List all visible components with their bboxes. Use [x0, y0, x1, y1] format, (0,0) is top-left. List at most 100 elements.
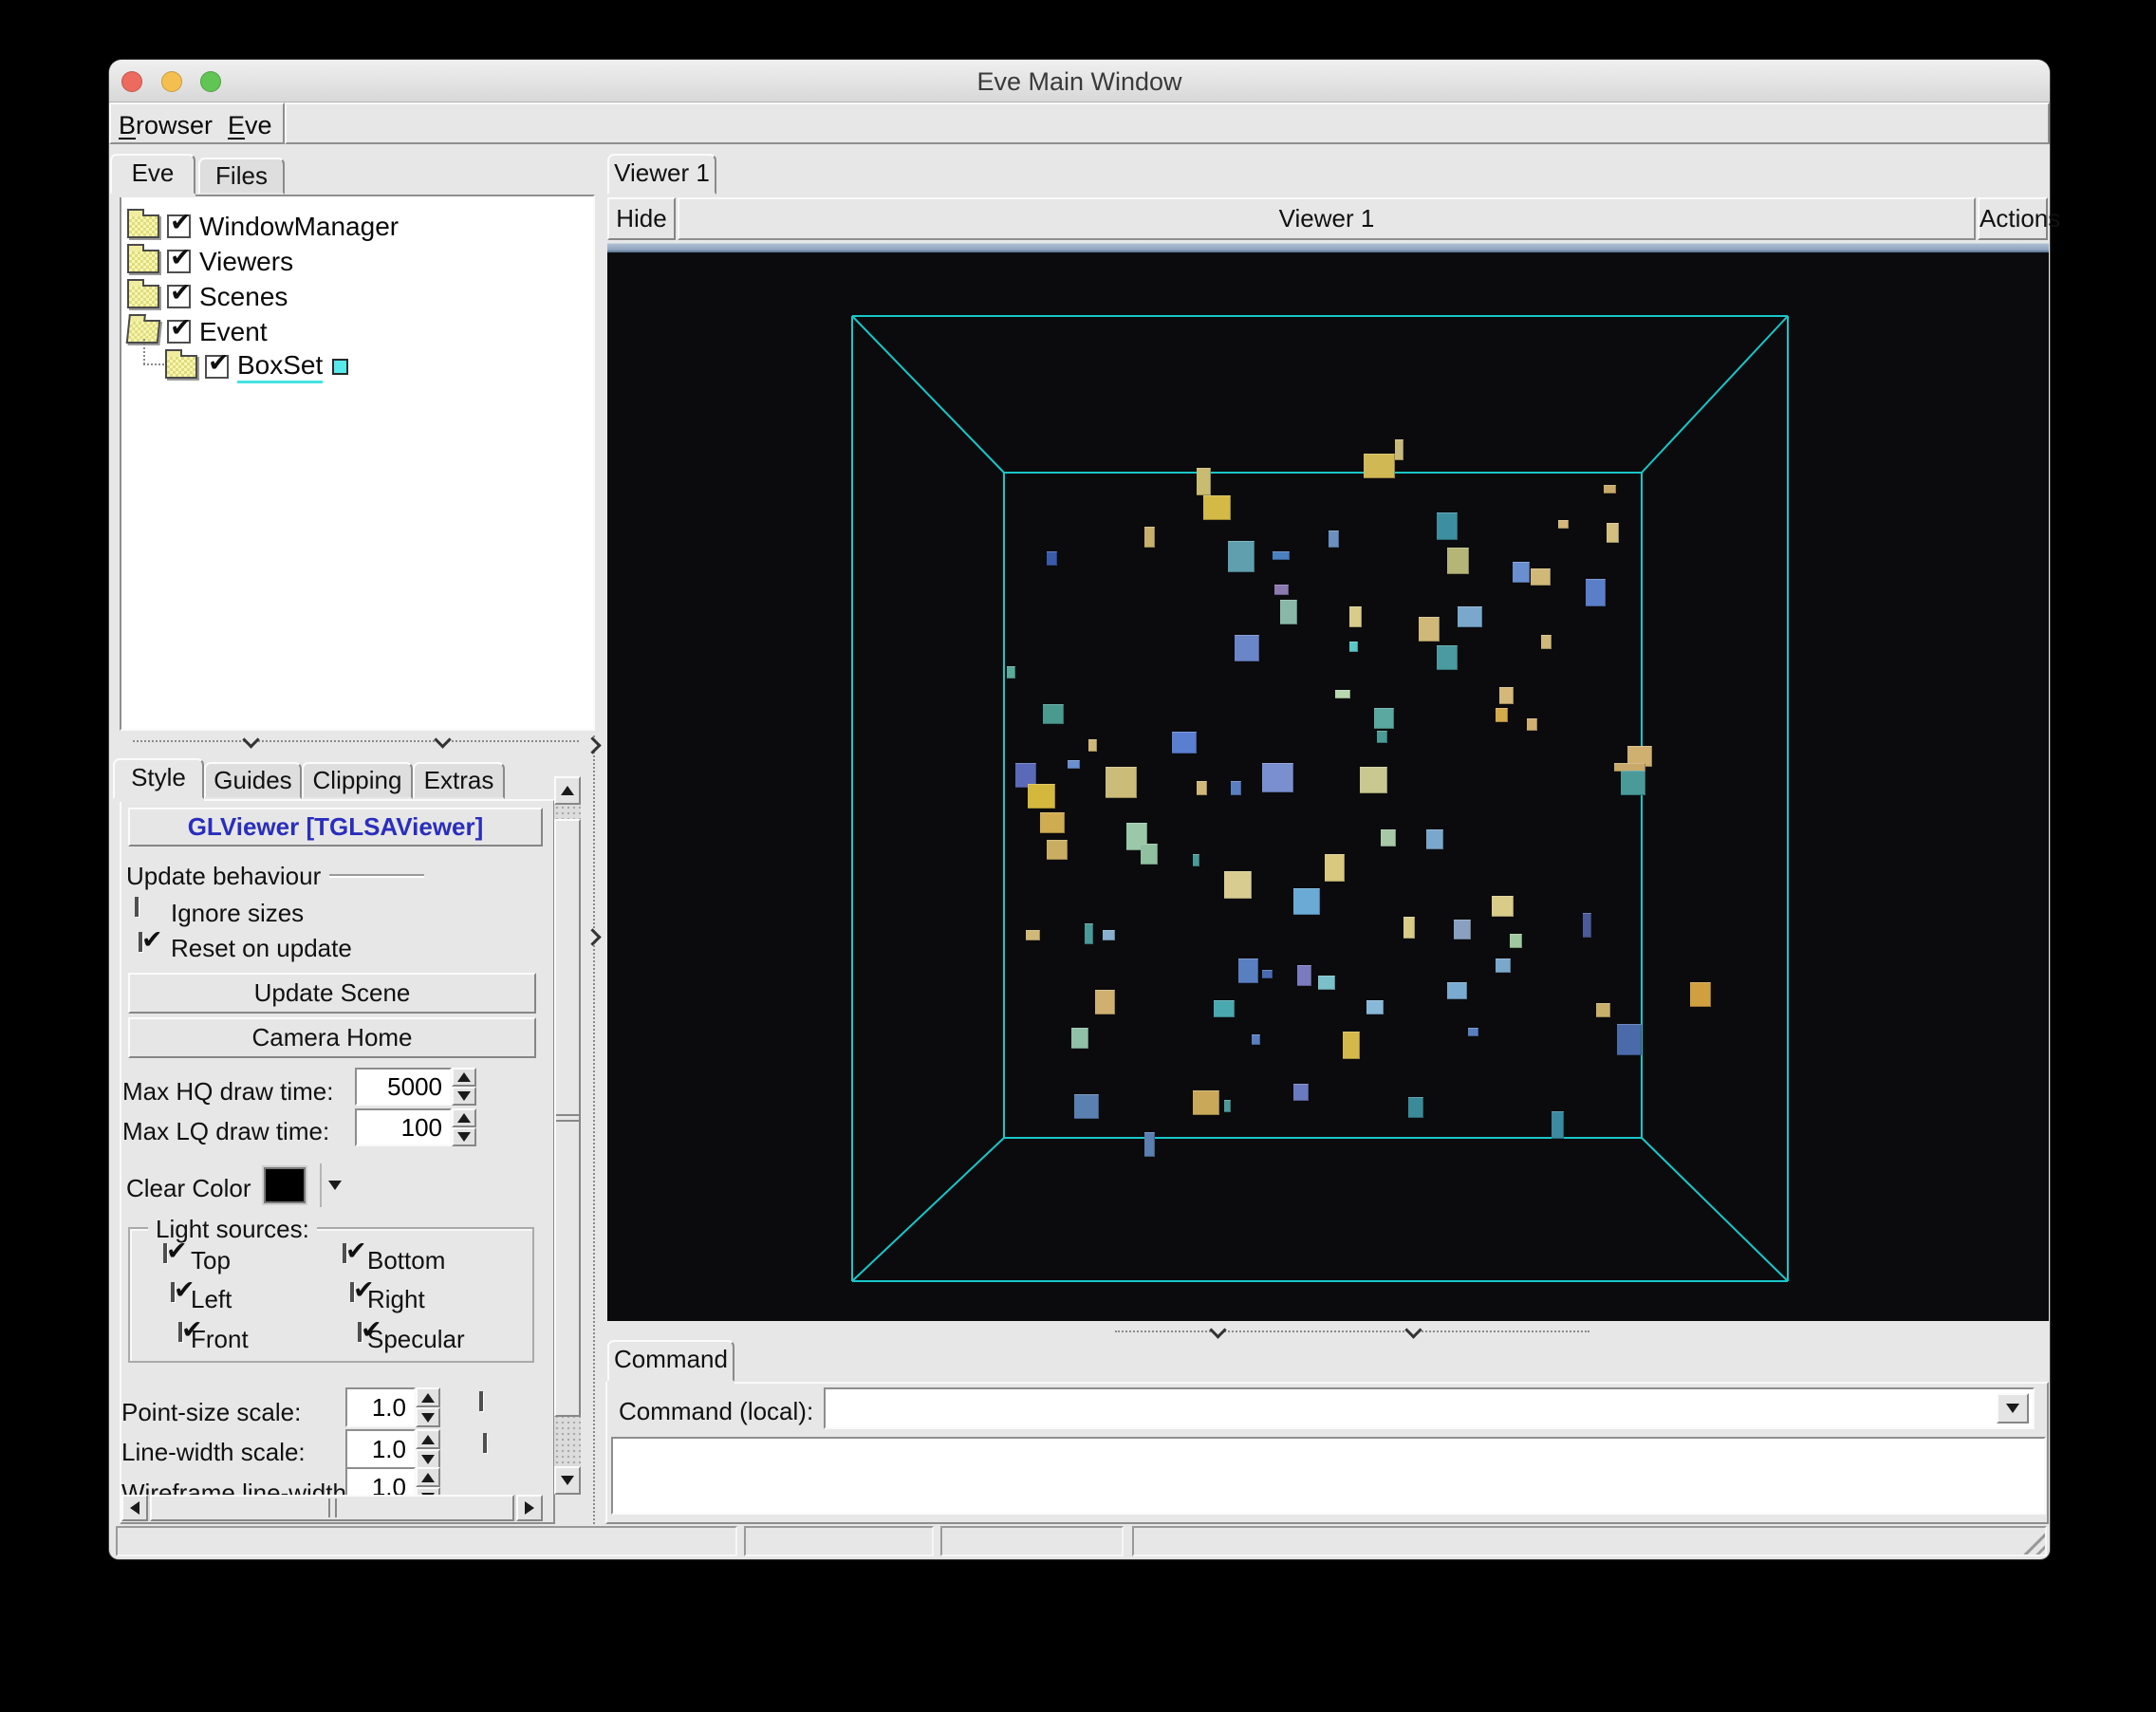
light-left-checkbox[interactable]: ✔ — [171, 1277, 195, 1303]
tree-panel-splitter[interactable] — [133, 731, 579, 749]
gl-box — [1068, 760, 1080, 769]
gl-box — [1437, 645, 1458, 670]
light-top-checkbox[interactable]: ✔ — [163, 1238, 188, 1264]
gl-box — [1325, 854, 1345, 882]
glviewer-button[interactable]: GLViewer [TGLSAViewer] — [128, 808, 543, 847]
eve-tree[interactable]: ✔ WindowManager ✔ Viewers ✔ Scenes ✔ Eve… — [120, 195, 595, 731]
tab-clipping[interactable]: Clipping — [302, 762, 413, 799]
gl-box — [1235, 635, 1259, 661]
expand-right-icon[interactable] — [584, 736, 602, 754]
point-size-input[interactable]: 1.0 — [345, 1387, 416, 1427]
title-bar[interactable]: Eve Main Window — [109, 60, 2050, 102]
spin-up-icon[interactable] — [416, 1467, 440, 1487]
tree-checkbox[interactable]: ✔ — [167, 245, 192, 273]
gl-box — [1197, 468, 1211, 495]
tree-item-label[interactable]: Viewers — [199, 247, 293, 277]
max-hq-input[interactable]: 5000 — [355, 1068, 452, 1106]
tree-row-event[interactable]: ✔ Event — [125, 314, 268, 349]
line-width-input[interactable]: 1.0 — [345, 1429, 416, 1469]
tree-connector — [143, 363, 164, 365]
command-combobox[interactable] — [824, 1387, 2035, 1429]
gl-box — [1403, 917, 1415, 939]
menu-browser[interactable]: Browser — [119, 111, 213, 140]
tab-guides[interactable]: Guides — [204, 762, 302, 799]
gl-box — [1043, 704, 1064, 724]
reset-on-update-checkbox[interactable]: ✔ — [139, 927, 163, 953]
scroll-up-icon[interactable] — [554, 776, 581, 805]
expand-right-icon[interactable] — [584, 928, 602, 946]
hide-button[interactable]: Hide — [607, 197, 676, 240]
spin-up-icon[interactable] — [452, 1108, 476, 1127]
light-specular-checkbox[interactable]: ✔ — [358, 1317, 382, 1343]
line-width-override-checkbox[interactable] — [483, 1433, 487, 1453]
tree-row-boxset[interactable]: ✔ BoxSet — [165, 349, 349, 384]
max-hq-stepper[interactable] — [452, 1068, 476, 1106]
line-width-stepper[interactable] — [416, 1429, 440, 1469]
scroll-left-icon[interactable] — [121, 1495, 148, 1521]
update-behaviour-group-label: Update behaviour — [126, 862, 322, 890]
tree-row-viewers[interactable]: ✔ Viewers — [127, 244, 293, 279]
update-scene-button[interactable]: Update Scene — [128, 973, 536, 1014]
clear-color-dropdown-icon[interactable] — [328, 1181, 342, 1190]
tab-viewer-1[interactable]: Viewer 1 — [607, 154, 716, 195]
point-size-override-checkbox[interactable] — [479, 1391, 483, 1411]
tab-style[interactable]: Style — [113, 758, 204, 799]
scroll-right-icon[interactable] — [516, 1495, 543, 1521]
tab-command[interactable]: Command — [607, 1340, 734, 1382]
gl-box — [1377, 731, 1387, 743]
spin-down-icon[interactable] — [416, 1407, 440, 1427]
menu-eve[interactable]: Eve — [228, 111, 272, 140]
light-front-checkbox[interactable]: ✔ — [178, 1317, 203, 1343]
viewer-command-splitter[interactable] — [1115, 1321, 1589, 1339]
camera-home-button[interactable]: Camera Home — [128, 1017, 536, 1058]
collapse-up-icon[interactable] — [242, 731, 260, 749]
tree-checkbox[interactable]: ✔ — [167, 315, 192, 344]
gl-box — [1197, 781, 1207, 795]
style-panel-hscrollbar[interactable] — [121, 1495, 543, 1521]
tab-eve[interactable]: Eve — [110, 154, 195, 195]
folder-icon — [165, 349, 197, 379]
tree-checkbox[interactable]: ✔ — [167, 280, 192, 308]
max-lq-input[interactable]: 100 — [355, 1108, 452, 1146]
vscrollbar-thumb[interactable] — [554, 819, 581, 1417]
gl-box — [1426, 829, 1443, 849]
column-splitter[interactable] — [584, 735, 604, 1524]
tree-item-label[interactable]: WindowManager — [199, 212, 399, 242]
combobox-dropdown-icon[interactable] — [1997, 1393, 2029, 1424]
max-lq-stepper[interactable] — [452, 1108, 476, 1146]
tree-item-label-selected[interactable]: BoxSet — [237, 350, 324, 383]
light-bottom-checkbox[interactable]: ✔ — [343, 1238, 367, 1264]
spin-up-icon[interactable] — [416, 1429, 440, 1449]
gl-viewport[interactable] — [607, 252, 2049, 1321]
light-right-checkbox[interactable]: ✔ — [350, 1277, 375, 1303]
command-output-textarea[interactable] — [611, 1437, 2046, 1515]
collapse-down-icon[interactable] — [1404, 1321, 1422, 1339]
spin-down-icon[interactable] — [416, 1449, 440, 1469]
hscrollbar-thumb[interactable] — [150, 1495, 514, 1521]
collapse-up-icon[interactable] — [434, 731, 452, 749]
actions-button[interactable]: Actions — [1978, 197, 2060, 240]
spin-up-icon[interactable] — [416, 1387, 440, 1407]
spin-up-icon[interactable] — [452, 1068, 476, 1087]
tab-extras[interactable]: Extras — [413, 762, 505, 799]
style-panel-vscrollbar[interactable] — [554, 776, 581, 1495]
spin-down-icon[interactable] — [452, 1087, 476, 1106]
tree-row-scenes[interactable]: ✔ Scenes — [127, 279, 288, 314]
tree-checkbox[interactable]: ✔ — [205, 350, 230, 379]
collapse-down-icon[interactable] — [1209, 1321, 1227, 1339]
tree-checkbox[interactable]: ✔ — [167, 210, 192, 238]
tree-item-label[interactable]: Event — [199, 317, 268, 347]
point-size-stepper[interactable] — [416, 1387, 440, 1427]
spin-down-icon[interactable] — [452, 1127, 476, 1146]
folder-icon — [127, 279, 159, 308]
gl-box — [1468, 1028, 1478, 1036]
clear-color-swatch[interactable] — [264, 1167, 306, 1203]
viewer-title-bar[interactable]: Viewer 1 — [678, 197, 1976, 240]
tree-item-label[interactable]: Scenes — [199, 282, 288, 312]
ignore-sizes-checkbox[interactable] — [135, 897, 139, 917]
scroll-down-icon[interactable] — [554, 1466, 581, 1495]
tree-row-windowmanager[interactable]: ✔ WindowManager — [127, 209, 399, 244]
boxset-color-marker[interactable] — [332, 359, 349, 375]
status-bar-segment — [744, 1526, 934, 1556]
tab-files[interactable]: Files — [198, 158, 285, 195]
